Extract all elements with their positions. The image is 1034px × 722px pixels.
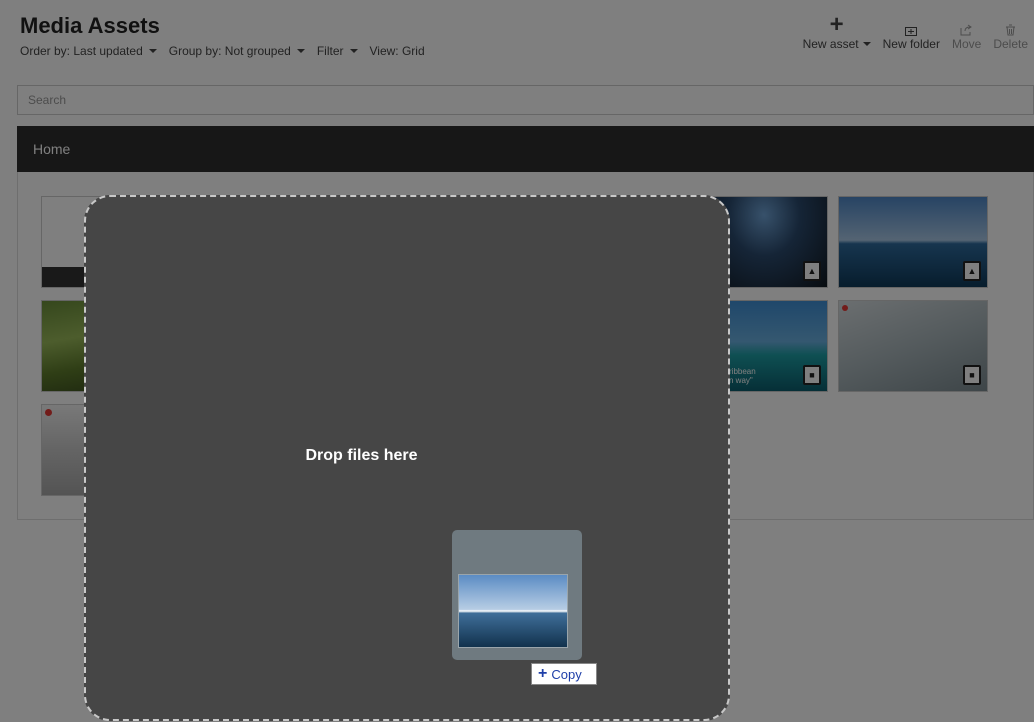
drag-preview-thumbnail bbox=[458, 574, 568, 648]
drop-zone-label: Drop files here bbox=[305, 447, 418, 464]
file-drop-zone[interactable]: Drop files here bbox=[84, 195, 730, 721]
drag-copy-indicator: + Copy bbox=[531, 663, 597, 685]
plus-icon: + bbox=[538, 665, 548, 682]
drag-copy-label: Copy bbox=[551, 666, 582, 682]
drag-preview bbox=[452, 530, 582, 660]
